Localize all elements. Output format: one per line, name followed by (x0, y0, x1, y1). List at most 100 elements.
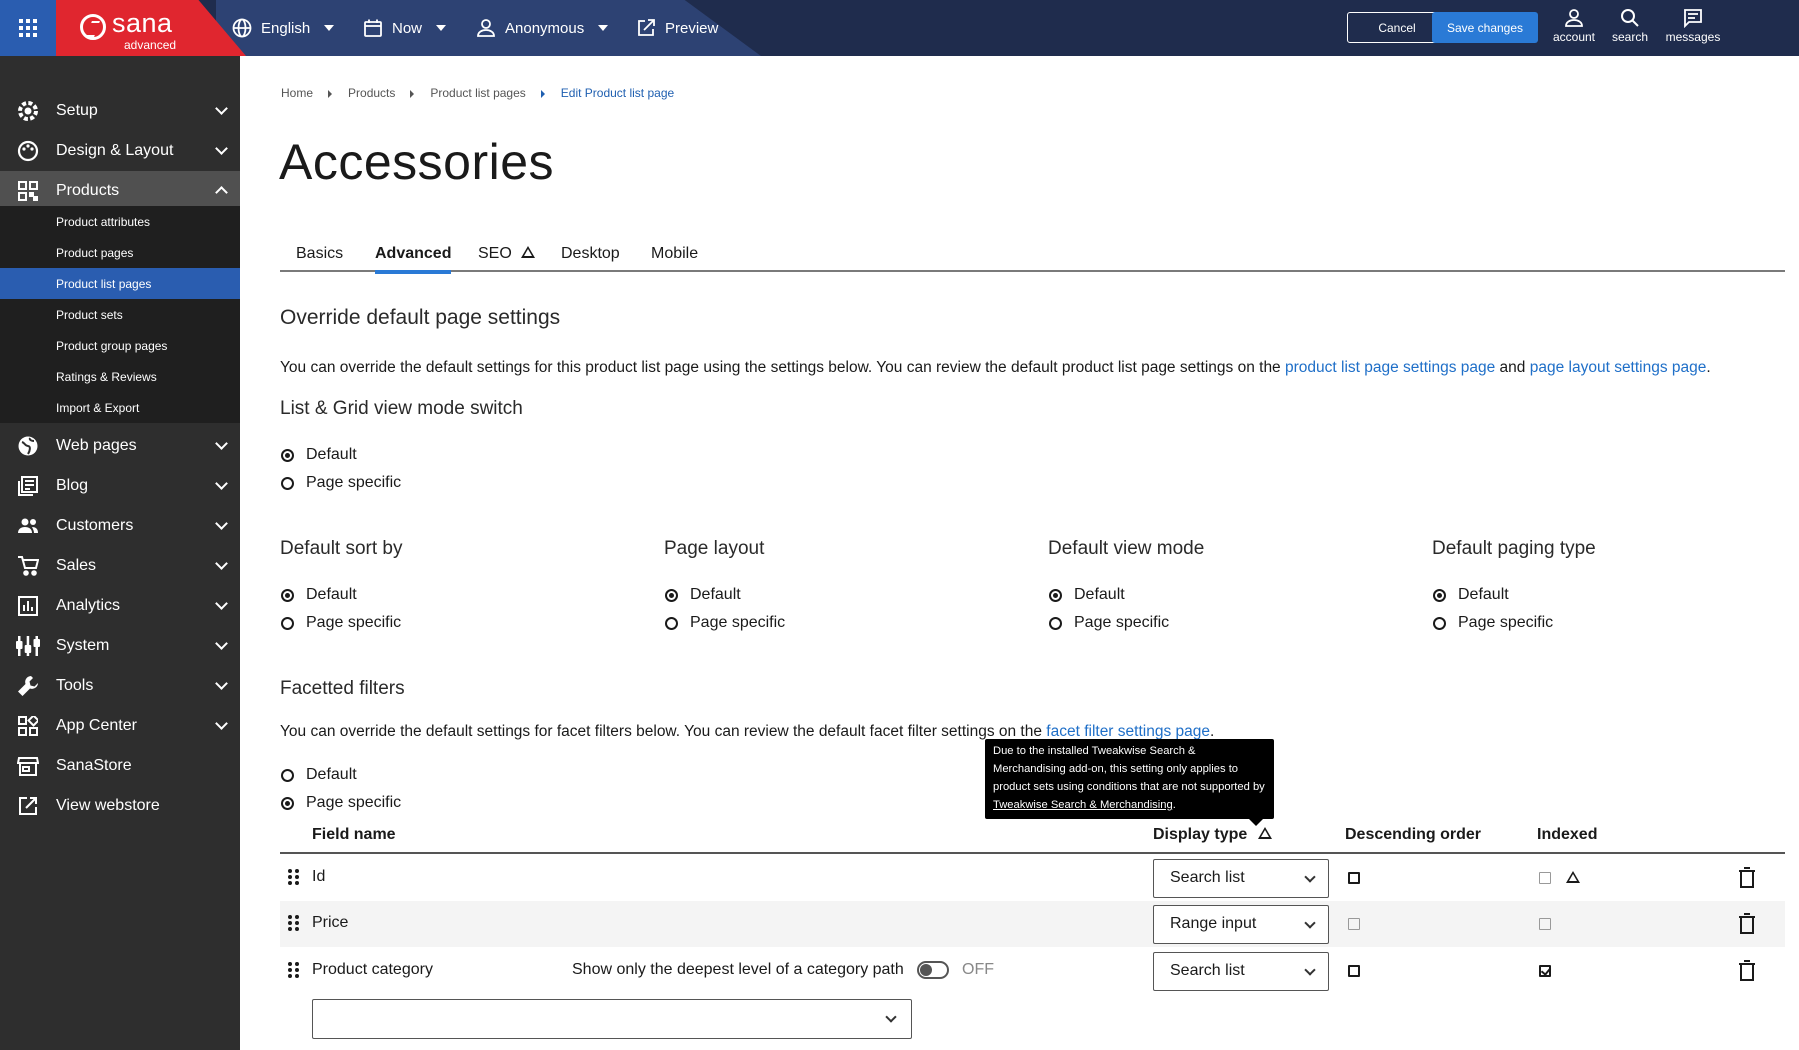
sidebar-item-products[interactable]: Products (0, 171, 240, 211)
breadcrumb-products[interactable]: Products (348, 86, 395, 100)
paging-page-specific-radio[interactable]: Page specific (1433, 614, 1553, 632)
language-label: English (261, 19, 311, 37)
sidebar-item-web-pages[interactable]: Web pages (0, 426, 240, 466)
sidebar-item-system[interactable]: System (0, 626, 240, 666)
calendar-icon (362, 17, 384, 39)
caret-down-icon (436, 25, 447, 31)
sidebar-item-design-layout[interactable]: Design & Layout (0, 131, 240, 171)
tweakwise-link[interactable]: Tweakwise Search & Merchandising (993, 799, 1173, 811)
view-mode-page-specific-radio[interactable]: Page specific (1049, 614, 1169, 632)
sort-heading: Default sort by (280, 538, 403, 559)
sidebar: Setup Design & Layout Products Product a… (0, 56, 240, 1050)
sidebar-subitem-product-sets[interactable]: Product sets (0, 299, 240, 330)
breadcrumb-product-list-pages[interactable]: Product list pages (430, 86, 525, 100)
drag-handle-icon[interactable] (288, 869, 300, 886)
external-link-icon (14, 792, 42, 820)
sidebar-item-blog[interactable]: Blog (0, 466, 240, 506)
drag-handle-icon[interactable] (288, 915, 300, 932)
people-icon (14, 512, 42, 540)
facets-heading: Facetted filters (280, 678, 405, 699)
sort-default-radio[interactable]: Default (281, 586, 357, 604)
facet-filter-settings-link[interactable]: facet filter settings page (1046, 723, 1210, 740)
messages-button[interactable]: messages (1663, 6, 1723, 52)
table-row: Id Search list (280, 855, 1785, 901)
preview-button[interactable]: Preview (635, 0, 718, 56)
sidebar-subitem-product-attributes[interactable]: Product attributes (0, 206, 240, 237)
select-value: Range input (1170, 915, 1257, 932)
radio-unchecked-icon (281, 476, 294, 490)
tab-desktop[interactable]: Desktop (561, 245, 620, 263)
indexed-checkbox[interactable] (1539, 965, 1551, 977)
sliders-icon (14, 632, 42, 660)
warning-icon[interactable] (1566, 871, 1580, 883)
chevron-down-icon (215, 597, 228, 610)
descending-order-checkbox[interactable] (1348, 965, 1360, 977)
sidebar-item-app-center[interactable]: App Center (0, 706, 240, 746)
sidebar-item-customers[interactable]: Customers (0, 506, 240, 546)
sidebar-subitem-product-list-pages[interactable]: Product list pages (0, 268, 240, 299)
sort-page-specific-radio[interactable]: Page specific (281, 614, 401, 632)
tab-seo-label: SEO (478, 245, 512, 262)
language-selector[interactable]: English (231, 0, 335, 56)
deepest-level-toggle[interactable] (917, 961, 949, 979)
indexed-checkbox[interactable] (1539, 872, 1551, 884)
indexed-checkbox[interactable] (1539, 918, 1551, 930)
date-selector[interactable]: Now (362, 0, 447, 56)
layout-heading: Page layout (664, 538, 765, 559)
user-selector[interactable]: Anonymous (475, 0, 609, 56)
sidebar-subitem-import-export[interactable]: Import & Export (0, 392, 240, 423)
tab-advanced[interactable]: Advanced (375, 245, 452, 274)
search-button[interactable]: search (1600, 6, 1660, 52)
trash-icon[interactable] (1737, 867, 1757, 889)
sidebar-item-label: Customers (56, 517, 134, 534)
category-level-select[interactable] (312, 999, 912, 1039)
facets-default-radio[interactable]: Default (281, 766, 357, 784)
display-type-select[interactable]: Range input (1153, 905, 1329, 944)
tab-mobile[interactable]: Mobile (651, 245, 698, 263)
breadcrumb-home[interactable]: Home (281, 86, 313, 100)
paging-default-radio[interactable]: Default (1433, 586, 1509, 604)
sidebar-item-tools[interactable]: Tools (0, 666, 240, 706)
sidebar-item-setup[interactable]: Setup (0, 91, 240, 131)
sidebar-item-analytics[interactable]: Analytics (0, 586, 240, 626)
descending-order-checkbox[interactable] (1348, 872, 1360, 884)
drag-handle-icon[interactable] (288, 962, 300, 979)
sidebar-subitem-product-group-pages[interactable]: Product group pages (0, 330, 240, 361)
trash-icon[interactable] (1737, 960, 1757, 982)
chevron-down-icon (885, 1011, 897, 1023)
warning-icon[interactable] (1257, 827, 1272, 840)
sidebar-item-label: Tools (56, 677, 94, 694)
trash-icon[interactable] (1737, 913, 1757, 935)
column-header-field-name: Field name (312, 826, 396, 843)
chevron-up-icon (215, 186, 228, 199)
app-grid-button[interactable] (0, 0, 56, 56)
layout-default-radio[interactable]: Default (665, 586, 741, 604)
account-button[interactable]: account (1544, 6, 1604, 52)
product-list-settings-link[interactable]: product list page settings page (1285, 359, 1495, 376)
sidebar-subitem-ratings-reviews[interactable]: Ratings & Reviews (0, 361, 240, 392)
chevron-down-icon (215, 477, 228, 490)
radio-label: Page specific (690, 614, 786, 631)
sidebar-item-sanastore[interactable]: SanaStore (0, 746, 240, 786)
save-changes-button[interactable]: Save changes (1432, 12, 1538, 43)
page-layout-settings-link[interactable]: page layout settings page (1530, 359, 1707, 376)
sidebar-subitem-product-pages[interactable]: Product pages (0, 237, 240, 268)
view-mode-default-radio[interactable]: Default (1049, 586, 1125, 604)
view-switch-page-specific-radio[interactable]: Page specific (281, 474, 401, 492)
facets-text: You can override the default settings fo… (280, 723, 1047, 740)
display-type-select[interactable]: Search list (1153, 952, 1329, 991)
facets-page-specific-radio[interactable]: Page specific (281, 794, 401, 812)
sidebar-item-sales[interactable]: Sales (0, 546, 240, 586)
layout-page-specific-radio[interactable]: Page specific (665, 614, 785, 632)
external-link-icon (635, 17, 657, 39)
view-switch-default-radio[interactable]: Default (281, 446, 357, 464)
descending-order-checkbox[interactable] (1348, 918, 1360, 930)
tab-basics[interactable]: Basics (296, 245, 343, 263)
sidebar-item-label: Design & Layout (56, 142, 174, 159)
radio-checked-icon (665, 588, 678, 602)
radio-label: Default (306, 446, 357, 463)
tab-seo[interactable]: SEO (478, 245, 536, 263)
sidebar-item-label: Web pages (56, 437, 137, 454)
sidebar-item-view-webstore[interactable]: View webstore (0, 786, 240, 826)
display-type-select[interactable]: Search list (1153, 859, 1329, 898)
